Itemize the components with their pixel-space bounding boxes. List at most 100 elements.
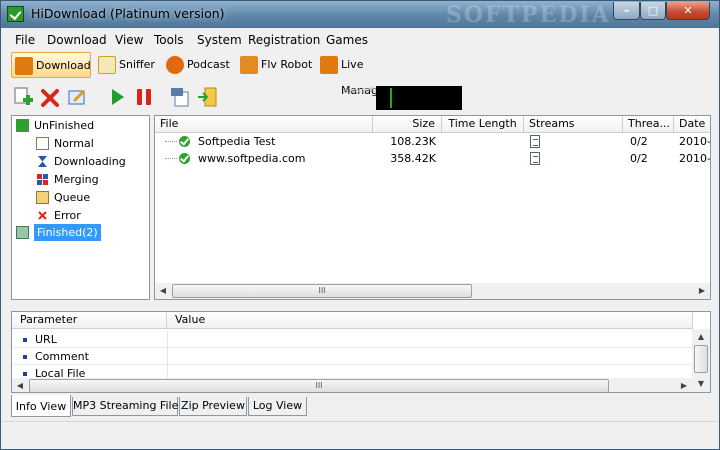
tab-zip-preview[interactable]: Zip Preview xyxy=(179,397,247,416)
tree-item-finished[interactable]: Finished(2) xyxy=(16,224,146,241)
tree-item-normal[interactable]: Normal xyxy=(36,135,146,152)
tab-download-label: Download xyxy=(36,59,91,72)
file-threads: 0/2 xyxy=(630,152,648,165)
column-header-threads[interactable]: Threa... xyxy=(623,116,674,133)
param-name: Comment xyxy=(35,350,89,363)
move-button[interactable] xyxy=(196,86,218,108)
tree-item-queue[interactable]: Queue xyxy=(36,189,146,206)
bullet-icon xyxy=(23,372,27,376)
minimize-button[interactable]: – xyxy=(613,2,640,20)
move-icon xyxy=(198,87,217,107)
column-header-parameter[interactable]: Parameter xyxy=(12,312,167,329)
menu-view[interactable]: View xyxy=(115,33,143,47)
tree-item-error[interactable]: Error xyxy=(36,207,146,224)
param-row-url[interactable]: URL xyxy=(12,331,692,348)
tab-log-view[interactable]: Log View xyxy=(248,397,307,416)
speed-graph-line xyxy=(390,88,392,108)
close-button[interactable]: ✕ xyxy=(666,2,710,20)
queue-icon xyxy=(36,191,49,204)
file-list: File Size Time Length Streams Threa... D… xyxy=(154,115,711,300)
play-icon xyxy=(112,89,124,105)
column-header-value[interactable]: Value xyxy=(167,312,693,329)
app-icon xyxy=(7,6,24,22)
edit-icon xyxy=(68,89,86,105)
column-divider xyxy=(167,348,168,365)
menu-games[interactable]: Games xyxy=(326,33,368,47)
copy-button[interactable] xyxy=(169,86,191,108)
parameter-vscrollbar[interactable]: ▲ ▼ xyxy=(692,329,710,392)
normal-icon xyxy=(36,137,49,150)
scroll-up-arrow-icon[interactable]: ▲ xyxy=(693,329,709,345)
tab-sniffer[interactable]: Sniffer xyxy=(95,52,157,78)
scroll-right-arrow-icon[interactable]: ▶ xyxy=(694,283,710,299)
menu-file[interactable]: File xyxy=(15,33,35,47)
bullet-icon xyxy=(23,338,27,342)
scroll-thumb[interactable] xyxy=(694,345,708,373)
table-row[interactable]: Softpedia Test 108.23K 0/2 2010-0 xyxy=(155,133,710,150)
merge-icon xyxy=(36,173,49,186)
pause-icon xyxy=(137,89,151,105)
tab-mp3-streaming-files[interactable]: MP3 Streaming Files xyxy=(72,397,184,416)
finished-icon xyxy=(16,226,29,239)
param-name: URL xyxy=(35,333,57,346)
tree-item-unfinished[interactable]: UnFinished xyxy=(16,117,146,134)
tree-item-merging[interactable]: Merging xyxy=(36,171,146,188)
delete-button[interactable] xyxy=(39,86,61,108)
tree-connector xyxy=(165,141,177,142)
column-header-date[interactable]: Date xyxy=(674,116,710,133)
podcast-icon xyxy=(166,56,184,74)
add-download-button[interactable] xyxy=(12,86,34,108)
tree-item-downloading[interactable]: Downloading xyxy=(36,153,146,170)
download-arrow-icon xyxy=(15,57,33,75)
file-name: www.softpedia.com xyxy=(198,152,306,165)
column-header-file[interactable]: File xyxy=(155,116,373,133)
status-bar xyxy=(2,421,718,448)
tab-live-manager[interactable]: Live Manager xyxy=(317,52,415,97)
scroll-thumb[interactable]: III xyxy=(172,284,472,298)
param-row-comment[interactable]: Comment xyxy=(12,348,692,365)
streams-icon xyxy=(530,135,540,148)
robot-icon xyxy=(240,56,258,74)
scroll-down-arrow-icon[interactable]: ▼ xyxy=(693,376,709,392)
bullet-icon xyxy=(23,355,27,359)
file-name: Softpedia Test xyxy=(198,135,276,148)
file-date: 2010-0 xyxy=(679,152,711,165)
completed-check-icon xyxy=(179,136,190,147)
file-size: 358.42K xyxy=(390,152,436,165)
scroll-left-arrow-icon[interactable]: ◀ xyxy=(12,378,28,392)
copy-icon xyxy=(171,88,189,107)
column-header-time-length[interactable]: Time Length xyxy=(442,116,524,133)
delete-icon xyxy=(41,89,59,107)
watermark-logo: SOFTPEDIA xyxy=(446,2,611,28)
column-header-size[interactable]: Size xyxy=(373,116,442,133)
live-manager-icon xyxy=(320,56,338,74)
menu-registration[interactable]: Registration xyxy=(248,33,320,47)
menu-bar: File Download View Tools System Registra… xyxy=(2,30,718,51)
maximize-button[interactable]: □ xyxy=(640,2,666,20)
scroll-right-arrow-icon[interactable]: ▶ xyxy=(676,378,692,392)
menu-system[interactable]: System xyxy=(197,33,242,47)
stop-button[interactable] xyxy=(133,86,155,108)
parameter-hscrollbar[interactable]: ◀ III ▶ xyxy=(12,378,692,392)
tab-flv-robot[interactable]: Flv Robot xyxy=(237,52,313,78)
scroll-thumb[interactable]: III xyxy=(29,379,609,392)
tab-info-view[interactable]: Info View xyxy=(11,395,71,417)
streams-icon xyxy=(530,152,540,165)
column-divider xyxy=(167,331,168,348)
file-list-hscrollbar[interactable]: ◀ III ▶ xyxy=(155,283,710,299)
tab-podcast[interactable]: Podcast xyxy=(163,52,231,78)
download-folder-icon xyxy=(16,119,29,132)
table-row[interactable]: www.softpedia.com 358.42K 0/2 2010-0 xyxy=(155,150,710,167)
menu-tools[interactable]: Tools xyxy=(154,33,184,47)
scroll-left-arrow-icon[interactable]: ◀ xyxy=(155,283,171,299)
title-bar[interactable]: HiDownload (Platinum version) SOFTPEDIA … xyxy=(1,1,719,28)
tab-download[interactable]: Download xyxy=(11,52,91,78)
column-header-streams[interactable]: Streams xyxy=(524,116,623,133)
menu-download[interactable]: Download xyxy=(47,33,107,47)
start-button[interactable] xyxy=(106,86,128,108)
main-window: HiDownload (Platinum version) SOFTPEDIA … xyxy=(0,0,720,450)
tab-sniffer-label: Sniffer xyxy=(119,58,155,71)
speed-graph xyxy=(376,86,462,110)
edit-button[interactable] xyxy=(66,86,88,108)
add-icon xyxy=(14,87,33,105)
